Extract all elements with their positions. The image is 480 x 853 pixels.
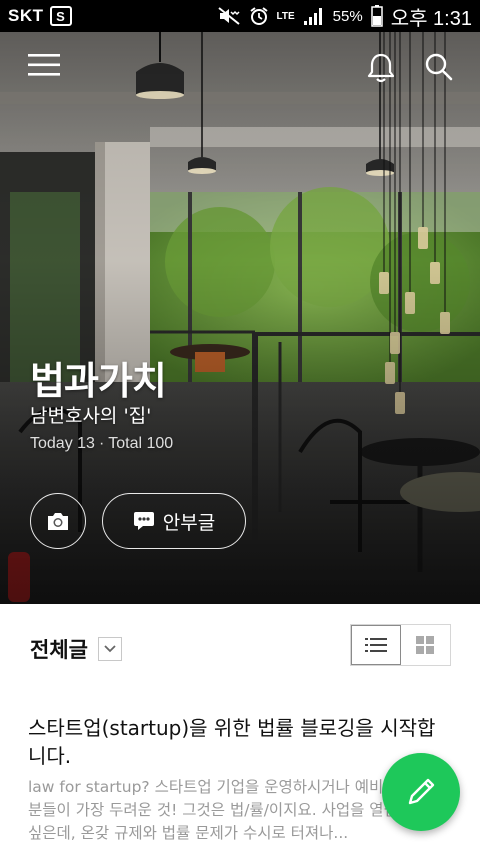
today-count: Today 13 <box>30 435 95 452</box>
alarm-icon <box>249 6 269 26</box>
category-header: 전체글 <box>30 634 122 664</box>
visit-separator: · <box>98 435 105 452</box>
camera-icon <box>48 513 68 530</box>
total-count: Total 100 <box>108 435 174 452</box>
speech-bubble-icon <box>133 512 154 530</box>
battery-percent: 55% <box>332 7 363 25</box>
bell-icon[interactable] <box>366 52 396 88</box>
camera-button[interactable] <box>30 493 86 549</box>
grid-icon <box>416 636 435 654</box>
blog-title: 법과가치 <box>30 359 167 403</box>
battery-icon <box>370 5 383 27</box>
carrier-label: SKT <box>8 6 44 25</box>
blog-cover: 법과가치 남변호사의 '집' Today 13 · Total 100 안부글 <box>0 32 480 604</box>
clock: 오후 1:31 <box>390 7 472 30</box>
search-icon[interactable] <box>424 52 454 86</box>
carrier-badge-icon: S <box>49 6 72 26</box>
write-post-button[interactable] <box>382 753 460 831</box>
post-title[interactable]: 스타트업(startup)을 위한 법률 블로깅을 시작합니다. <box>28 714 453 770</box>
list-icon <box>364 638 387 652</box>
category-title: 전체글 <box>30 638 88 662</box>
mute-icon <box>217 6 241 26</box>
grid-view-button[interactable] <box>401 625 451 665</box>
guestbook-button[interactable]: 안부글 <box>102 493 246 549</box>
visit-count: Today 13 · Total 100 <box>30 435 173 453</box>
list-view-button[interactable] <box>351 625 401 665</box>
view-toggle <box>350 624 451 666</box>
menu-icon[interactable] <box>28 52 60 82</box>
guestbook-label: 안부글 <box>162 511 216 534</box>
chevron-down-icon <box>104 645 116 653</box>
pencil-icon <box>408 778 435 805</box>
signal-icon <box>303 6 325 26</box>
status-bar: SKT S LTE 55% 오후 1:31 <box>0 0 480 32</box>
blog-subtitle: 남변호사의 '집' <box>30 405 152 427</box>
lte-icon: LTE <box>276 10 295 22</box>
category-dropdown[interactable] <box>97 637 122 661</box>
